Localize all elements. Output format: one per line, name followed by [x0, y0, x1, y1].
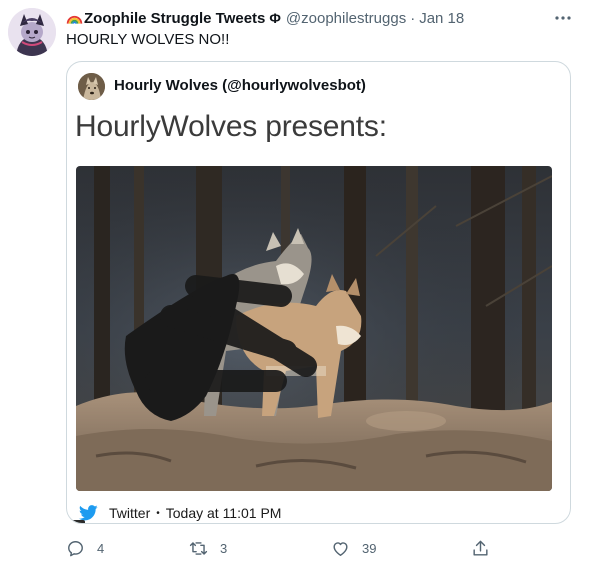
- card-timestamp: Today at 11:01 PM: [165, 505, 282, 521]
- heart-icon: [333, 541, 348, 556]
- source-separator: •: [156, 507, 160, 519]
- share-button[interactable]: [471, 536, 502, 560]
- wolf-photo[interactable]: [76, 166, 552, 491]
- retweet-icon: [189, 541, 208, 555]
- quoted-avatar[interactable]: [78, 73, 105, 100]
- like-count: 39: [362, 540, 377, 556]
- retweet-button[interactable]: 3: [189, 536, 227, 560]
- tweet-date[interactable]: Jan 18: [419, 10, 464, 27]
- card-source[interactable]: Twitter • Today at 11:01 PM: [79, 505, 281, 521]
- name-symbol: Φ: [269, 10, 281, 26]
- quoted-card[interactable]: Hourly Wolves (@hourlywolvesbot) HourlyW…: [66, 61, 571, 524]
- tweet[interactable]: Zoophile Struggle Tweets Φ @zoophilestru…: [0, 0, 594, 572]
- separator-dot: ·: [410, 9, 416, 27]
- rainbow-icon: [66, 15, 83, 24]
- share-icon: [473, 540, 488, 556]
- more-horizontal-icon[interactable]: [552, 10, 574, 26]
- retweet-count: 3: [220, 540, 228, 556]
- source-label: Twitter: [109, 505, 151, 521]
- reply-button[interactable]: 4: [66, 536, 104, 560]
- handle[interactable]: @zoophilestruggs: [286, 10, 406, 27]
- like-button[interactable]: 39: [331, 536, 376, 560]
- card-divider: [67, 520, 85, 523]
- tweet-text: HOURLY WOLVES NO!!: [66, 31, 230, 48]
- quoted-headline: HourlyWolves presents:: [75, 110, 387, 143]
- display-name[interactable]: Zoophile Struggle Tweets: [84, 10, 265, 27]
- avatar[interactable]: [8, 8, 56, 56]
- quoted-name[interactable]: Hourly Wolves (@hourlywolvesbot): [114, 77, 366, 94]
- reply-count: 4: [97, 540, 105, 556]
- tweet-header: Zoophile Struggle Tweets Φ @zoophilestru…: [66, 8, 464, 28]
- twitter-bird-icon: [79, 505, 98, 521]
- reply-icon: [68, 540, 83, 556]
